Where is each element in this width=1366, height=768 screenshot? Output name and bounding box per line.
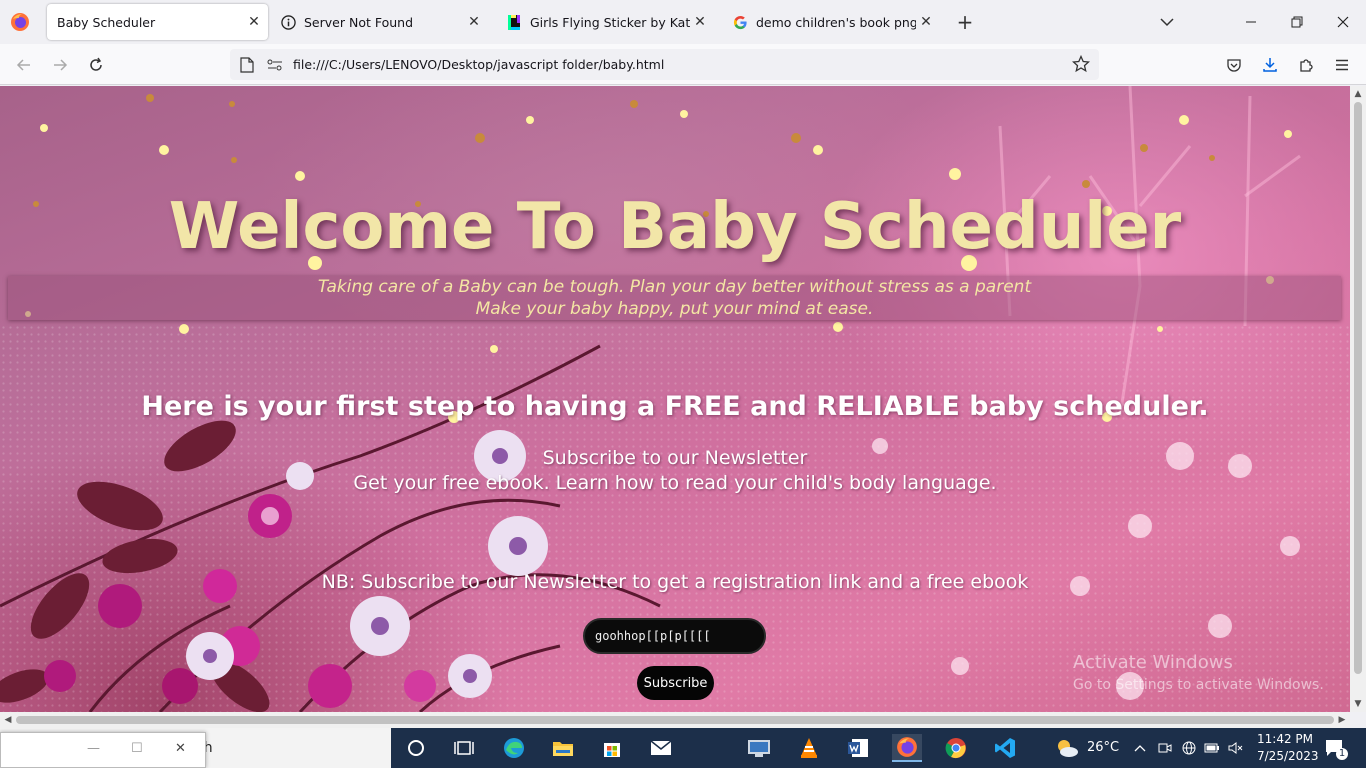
horizontal-scrollbar[interactable]: ◀ ▶ [0,712,1350,728]
task-view-icon[interactable] [449,734,479,762]
firefox-taskbar-icon[interactable] [892,734,922,762]
mail-icon[interactable] [646,734,676,762]
scroll-up-arrow-icon[interactable]: ▲ [1350,86,1366,102]
vertical-scroll-thumb[interactable] [1354,102,1362,674]
horizontal-scroll-thumb[interactable] [16,716,1334,724]
forward-button[interactable] [48,53,72,77]
url-text[interactable]: file:///C:/Users/LENOVO/Desktop/javascri… [293,57,664,72]
extensions-button[interactable] [1294,53,1318,77]
close-icon[interactable]: ✕ [175,741,186,756]
restore-window-button[interactable] [1285,10,1309,34]
subscribe-heading: Subscribe to our Newsletter [542,447,808,469]
microsoft-store-icon[interactable] [597,734,627,762]
edge-icon[interactable] [499,734,529,762]
google-icon [732,14,748,30]
clock-date[interactable]: 7/25/2023 [1257,749,1319,763]
word-icon[interactable] [843,734,873,762]
ebook-description: Get your free ebook. Learn how to read y… [353,472,997,494]
minimize-icon[interactable]: — [87,741,100,756]
scroll-left-arrow-icon[interactable]: ◀ [0,712,16,728]
activate-windows-watermark: Activate Windows Go to Settings to activ… [1073,652,1324,693]
tab-title: demo children's book png - Go [756,14,916,30]
tab-title: Baby Scheduler [57,14,156,30]
network-globe-icon[interactable] [1179,734,1199,762]
subscribe-button[interactable]: Subscribe [637,666,714,700]
tab-baby-scheduler[interactable]: Baby Scheduler ✕ [47,4,268,40]
clock-time[interactable]: 11:42 PM [1257,732,1313,746]
tab-server-not-found[interactable]: Server Not Found ✕ [270,4,488,40]
remote-desktop-icon[interactable] [744,734,774,762]
maximize-icon[interactable]: ☐ [131,741,143,756]
reload-button[interactable] [84,53,108,77]
email-input[interactable] [583,618,766,654]
weather-temperature[interactable]: 26°C [1087,740,1119,755]
meet-now-icon[interactable] [1155,734,1175,762]
app-menu-button[interactable] [1330,53,1354,77]
tagline-line-1: Taking care of a Baby can be tough. Plan… [317,277,1032,297]
vlc-icon[interactable] [794,734,824,762]
first-step-heading: Here is your first step to having a FREE… [141,391,1209,422]
chevron-down-icon[interactable] [1156,12,1178,32]
tab-google-search[interactable]: demo children's book png - Go ✕ [722,4,940,40]
minimize-window-button[interactable] [1239,10,1263,34]
battery-icon[interactable] [1202,734,1222,762]
tagline-banner: Taking care of a Baby can be tough. Plan… [8,276,1341,320]
notification-count-badge: 1 [1336,748,1348,760]
floating-window[interactable]: — ☐ ✕ [0,732,206,768]
close-tab-icon[interactable]: ✕ [690,12,710,32]
navigation-bar: file:///C:/Users/LENOVO/Desktop/javascri… [0,44,1366,85]
download-icon [1263,58,1277,72]
chevron-up-icon[interactable] [1130,734,1150,762]
nb-note: NB: Subscribe to our Newsletter to get a… [321,571,1029,593]
reload-icon [90,57,102,71]
pocket-icon [1227,59,1241,72]
scroll-down-arrow-icon[interactable]: ▼ [1350,696,1366,712]
close-tab-icon[interactable]: ✕ [464,12,484,32]
pocket-button[interactable] [1222,53,1246,77]
info-icon [280,14,296,30]
new-tab-plus-icon[interactable]: + [954,12,976,34]
tab-title: Girls Flying Sticker by Katri Tikka [530,14,690,30]
watermark-title: Activate Windows [1073,652,1233,673]
volume-muted-icon[interactable] [1226,734,1246,762]
bookmark-star-icon[interactable] [1072,55,1090,73]
file-explorer-icon[interactable] [548,734,578,762]
hamburger-menu-icon [1336,59,1348,71]
scroll-right-arrow-icon[interactable]: ▶ [1334,712,1350,728]
page-viewport: Welcome To Baby Scheduler Taking care of… [0,86,1350,712]
back-button[interactable] [12,53,36,77]
chrome-icon[interactable] [941,734,971,762]
watermark-subtitle: Go to Settings to activate Windows. [1073,677,1324,693]
close-window-button[interactable] [1331,10,1355,34]
firefox-menu-icon[interactable] [10,12,30,32]
vertical-scrollbar[interactable]: ▲ ▼ [1350,86,1366,712]
tagline-line-2: Make your baby happy, put your mind at e… [475,299,874,319]
giphy-icon [506,14,522,30]
weather-icon[interactable] [1052,734,1082,762]
tab-girls-flying-sticker[interactable]: Girls Flying Sticker by Katri Tikka ✕ [496,4,714,40]
permissions-icon[interactable] [266,58,284,72]
arrow-left-icon [16,59,30,71]
vscode-icon[interactable] [990,734,1020,762]
windows-taskbar: ch — ☐ ✕ 26°C [0,728,1366,768]
puzzle-icon [1300,59,1313,72]
arrow-right-icon [54,59,68,71]
cortana-icon[interactable] [401,734,431,762]
close-tab-icon[interactable]: ✕ [916,12,936,32]
downloads-button[interactable] [1258,53,1282,77]
page-title: Welcome To Baby Scheduler [168,190,1182,264]
page-icon[interactable] [240,57,254,73]
tab-strip: Baby Scheduler ✕ Server Not Found ✕ Girl… [0,0,1366,44]
tab-title: Server Not Found [304,14,414,30]
close-tab-icon[interactable]: ✕ [244,12,264,32]
address-bar[interactable]: file:///C:/Users/LENOVO/Desktop/javascri… [230,49,1099,80]
